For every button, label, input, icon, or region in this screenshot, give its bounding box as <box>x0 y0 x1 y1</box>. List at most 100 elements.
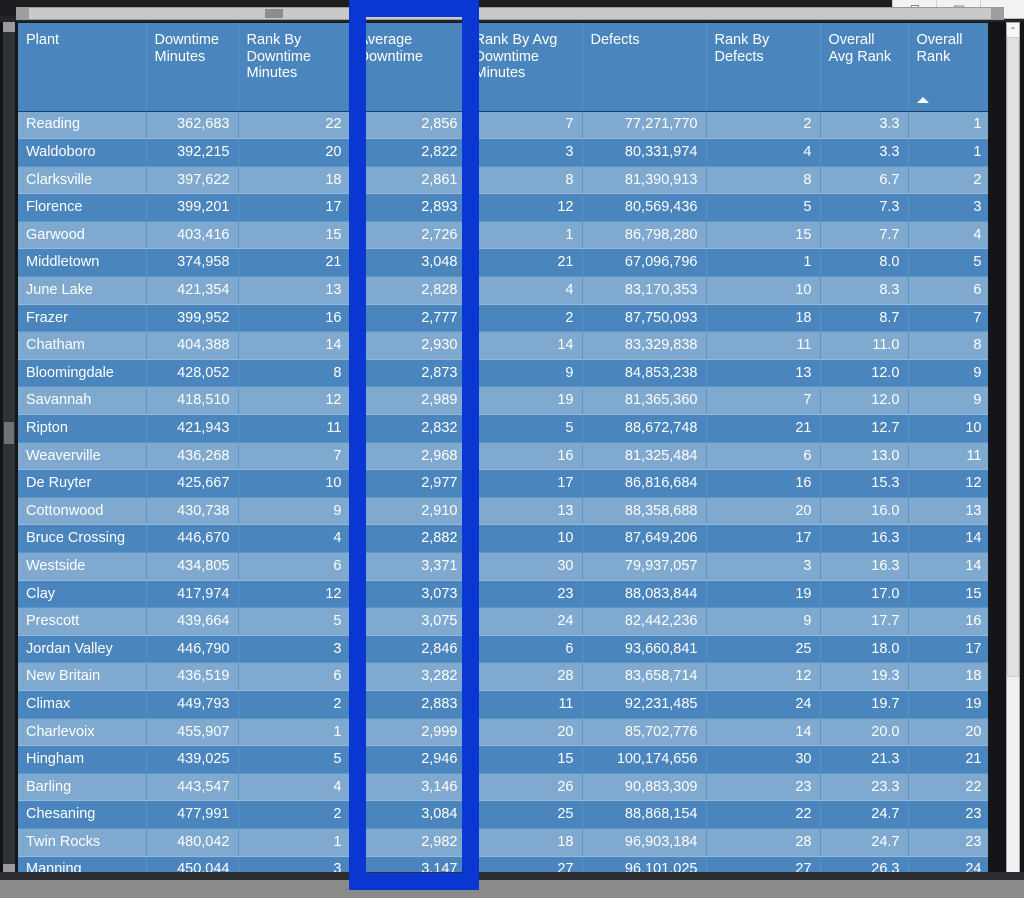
table-row[interactable]: Reading 362,683 22 2,856 7 77,271,770 2 3.3 1 <box>18 111 988 140</box>
cell-rank-downtime: 9 <box>238 497 351 526</box>
cell-avg-downtime: 2,882 <box>350 524 467 553</box>
cell-overall-rank: 12 <box>908 469 988 498</box>
vertical-scrollbar[interactable]: ⌃ <box>1006 22 1020 874</box>
hdr-rdm-l1: Downtime <box>246 48 311 65</box>
hdr-radm-l0: Rank By Avg <box>474 32 558 48</box>
table-row[interactable]: Prescott 439,664 5 3,075 24 82,442,236 9 17.7 16 <box>18 607 988 636</box>
cell-overall-avg-rank: 8.0 <box>820 248 909 278</box>
table-row[interactable]: Hingham 439,025 5 2,946 15 100,174,656 30 21.3 2… <box>18 745 988 774</box>
table-row[interactable]: Weaverville 436,268 7 2,968 16 81,325,484 6 13.… <box>18 442 988 471</box>
cell-downtime-minutes: 418,510 <box>146 386 239 416</box>
table-visual[interactable]: Plant Downtime Minutes Rank By Downtime … <box>17 22 989 874</box>
col-header-average-downtime[interactable]: Average Downtime <box>350 23 467 112</box>
cell-plant: Cottonwood <box>18 497 147 526</box>
table-row[interactable]: Waldoboro 392,215 20 2,822 3 80,331,974 4 3.3 1 <box>18 138 988 167</box>
cell-defects: 85,702,776 <box>582 718 707 747</box>
table-row[interactable]: Frazer 399,952 16 2,777 2 87,750,093 18 8.7 7 <box>18 304 988 333</box>
cell-overall-rank: 9 <box>908 359 988 388</box>
cell-overall-avg-rank: 24.7 <box>820 828 909 857</box>
cell-overall-rank: 1 <box>908 111 988 140</box>
cell-overall-avg-rank: 6.7 <box>820 166 909 195</box>
cell-avg-downtime: 2,861 <box>350 166 467 195</box>
cell-downtime-minutes: 421,943 <box>146 414 239 443</box>
cell-downtime-minutes: 399,201 <box>146 193 239 222</box>
table-row[interactable]: June Lake 421,354 13 2,828 4 83,170,353 10 8.3 6 <box>18 276 988 305</box>
cell-downtime-minutes: 392,215 <box>146 138 239 167</box>
cell-defects: 100,174,656 <box>582 745 707 774</box>
cell-plant: Barling <box>18 773 147 802</box>
col-header-rank-by-downtime-minutes[interactable]: Rank By Downtime Minutes <box>238 23 351 112</box>
cell-rank-defects: 14 <box>706 718 821 747</box>
table-row[interactable]: Jordan Valley 446,790 3 2,846 6 93,660,841 25 1… <box>18 635 988 664</box>
table-row[interactable]: De Ruyter 425,667 10 2,977 17 86,816,684 16 15.… <box>18 469 988 498</box>
hscroll-left-cap[interactable] <box>17 8 29 19</box>
table-row[interactable]: Ripton 421,943 11 2,832 5 88,672,748 21 12.7 10 <box>18 414 988 443</box>
table-row[interactable]: Chatham 404,388 14 2,930 14 83,329,838 11 11.0 8 <box>18 331 988 360</box>
table-row[interactable]: Savannah 418,510 12 2,989 19 81,365,360 7 12.0 9 <box>18 386 988 416</box>
table-row[interactable]: Bruce Crossing 446,670 4 2,882 10 87,649,206 1… <box>18 524 988 553</box>
cell-downtime-minutes: 446,790 <box>146 635 239 664</box>
table-row[interactable]: Twin Rocks 480,042 1 2,982 18 96,903,184 28 24.… <box>18 828 988 857</box>
table-row[interactable]: Clarksville 397,622 18 2,861 8 81,390,913 8 6.7… <box>18 166 988 195</box>
cell-avg-downtime: 2,982 <box>350 828 467 857</box>
col-header-plant[interactable]: Plant <box>18 23 147 112</box>
cell-rank-avg-downtime: 23 <box>466 580 583 609</box>
cell-rank-defects: 20 <box>706 497 821 526</box>
cell-rank-avg-downtime: 8 <box>466 166 583 195</box>
cell-rank-avg-downtime: 17 <box>466 469 583 498</box>
table-row[interactable]: Cottonwood 430,738 9 2,910 13 88,358,688 20 16.… <box>18 497 988 526</box>
cell-overall-avg-rank: 8.3 <box>820 276 909 305</box>
cell-rank-defects: 18 <box>706 304 821 333</box>
table-row[interactable]: Westside 434,805 6 3,371 30 79,937,057 3 16.3 14 <box>18 552 988 581</box>
cell-downtime-minutes: 374,958 <box>146 248 239 278</box>
cell-overall-rank: 14 <box>908 552 988 581</box>
table-row[interactable]: Clay 417,974 12 3,073 23 88,083,844 19 17.0 15 <box>18 580 988 609</box>
cell-rank-defects: 11 <box>706 331 821 360</box>
left-rail-thumb[interactable] <box>4 422 14 444</box>
cell-defects: 87,649,206 <box>582 524 707 553</box>
cell-plant: June Lake <box>18 276 147 305</box>
col-header-overall-rank[interactable]: Overall Rank <box>908 23 988 112</box>
cell-defects: 80,569,436 <box>582 193 707 222</box>
cell-rank-downtime: 21 <box>238 248 351 278</box>
table-row[interactable]: Charlevoix 455,907 1 2,999 20 85,702,776 14 20.… <box>18 718 988 747</box>
cell-downtime-minutes: 436,268 <box>146 442 239 471</box>
cell-rank-avg-downtime: 9 <box>466 359 583 388</box>
col-header-defects[interactable]: Defects <box>582 23 707 112</box>
table-row[interactable]: Florence 399,201 17 2,893 12 80,569,436 5 7.3 3 <box>18 193 988 222</box>
cell-plant: Clay <box>18 580 147 609</box>
scroll-up-arrow-icon[interactable]: ⌃ <box>1007 23 1019 37</box>
hdr-rdef-l0: Rank By <box>714 32 770 48</box>
cell-overall-rank: 23 <box>908 800 988 829</box>
table-row[interactable]: Barling 443,547 4 3,146 26 90,883,309 23 23.3 22 <box>18 773 988 802</box>
hdr-radm-l2: Minutes <box>474 65 526 82</box>
cell-overall-avg-rank: 3.3 <box>820 138 909 167</box>
table-row[interactable]: New Britain 436,519 6 3,282 28 83,658,714 12 19… <box>18 662 988 691</box>
table-row[interactable]: Middletown 374,958 21 3,048 21 67,096,796 1 8.0… <box>18 248 988 278</box>
left-scroll-rail[interactable] <box>3 22 15 874</box>
cell-rank-defects: 7 <box>706 386 821 416</box>
col-header-rank-by-defects[interactable]: Rank By Defects <box>706 23 821 112</box>
cell-plant: Frazer <box>18 304 147 333</box>
table-row[interactable]: Chesaning 477,991 2 3,084 25 88,868,154 22 24.7… <box>18 800 988 829</box>
horizontal-scrollbar[interactable] <box>16 7 1004 20</box>
cell-avg-downtime: 2,910 <box>350 497 467 526</box>
table-row[interactable]: Climax 449,793 2 2,883 11 92,231,485 24 19.7 19 <box>18 690 988 719</box>
cell-plant: Weaverville <box>18 442 147 471</box>
cell-plant: Bloomingdale <box>18 359 147 388</box>
cell-rank-avg-downtime: 30 <box>466 552 583 581</box>
cell-rank-downtime: 7 <box>238 442 351 471</box>
table-row[interactable]: Bloomingdale 428,052 8 2,873 9 84,853,238 13 12… <box>18 359 988 388</box>
col-header-overall-avg-rank[interactable]: Overall Avg Rank <box>820 23 909 112</box>
col-header-downtime-minutes[interactable]: Downtime Minutes <box>146 23 239 112</box>
hscroll-thumb[interactable] <box>265 9 283 18</box>
cell-downtime-minutes: 443,547 <box>146 773 239 802</box>
table-row[interactable]: Garwood 403,416 15 2,726 1 86,798,280 15 7.7 4 <box>18 221 988 250</box>
cell-rank-avg-downtime: 14 <box>466 331 583 360</box>
cell-rank-avg-downtime: 16 <box>466 442 583 471</box>
cell-overall-avg-rank: 17.0 <box>820 580 909 609</box>
col-header-rank-by-avg-downtime-minutes[interactable]: Rank By Avg Downtime Minutes <box>466 23 583 112</box>
hscroll-right-cap[interactable] <box>991 8 1003 19</box>
cell-plant: Clarksville <box>18 166 147 195</box>
vertical-scrollbar-thumb[interactable] <box>1007 37 1019 677</box>
